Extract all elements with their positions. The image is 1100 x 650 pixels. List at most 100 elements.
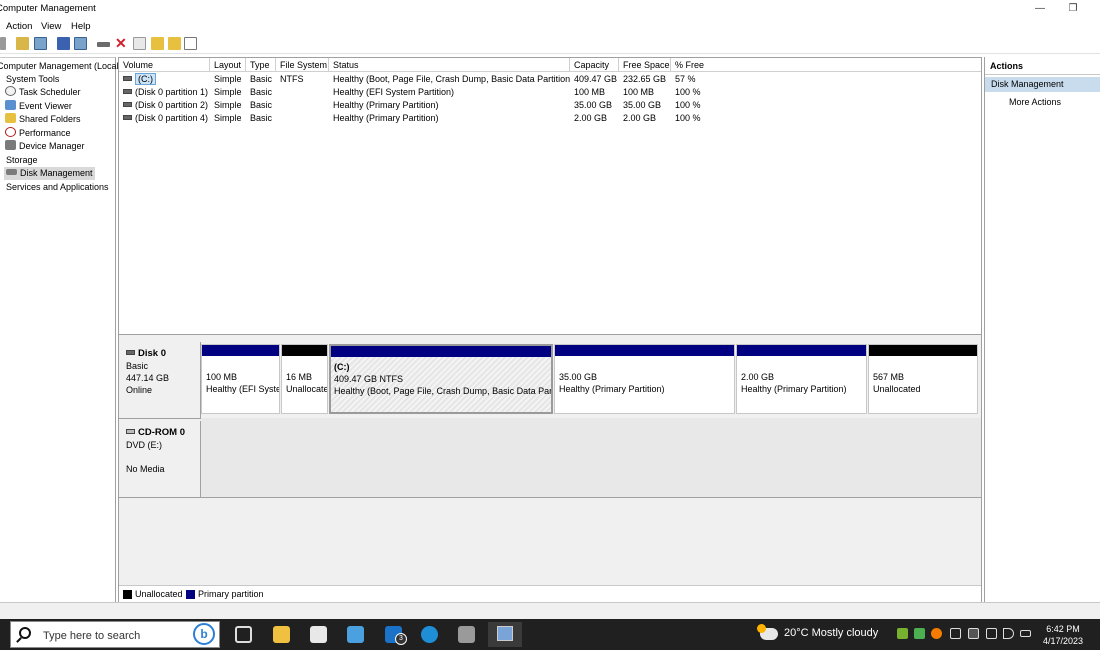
disk-0-info[interactable]: Disk 0 Basic 447.14 GB Online <box>119 342 201 419</box>
cdrom-media: No Media <box>126 464 165 474</box>
cell-free-space: 2.00 GB <box>623 113 657 123</box>
col-type[interactable]: Type <box>246 58 276 72</box>
folder-up-icon[interactable] <box>151 37 164 50</box>
cell-layout: Simple <box>214 74 242 84</box>
show-hide-action-icon[interactable] <box>74 37 87 50</box>
tree-item-disk-management[interactable]: Disk Management <box>4 167 95 180</box>
tree-item-system-tools[interactable]: System Tools <box>6 73 59 86</box>
cdrom-name: CD-ROM 0 <box>138 427 185 438</box>
avast-icon[interactable] <box>931 628 942 639</box>
cdrom-0-info[interactable]: CD-ROM 0 DVD (E:) No Media <box>119 421 201 498</box>
file-explorer-icon[interactable] <box>273 626 290 643</box>
cell-status: Healthy (Boot, Page File, Crash Dump, Ba… <box>333 74 570 84</box>
weather-text[interactable]: 20°C Mostly cloudy <box>784 627 878 639</box>
mail-icon[interactable]: 3 <box>385 626 407 645</box>
window-title: Computer Management <box>0 3 96 14</box>
menu-action[interactable]: Action <box>6 21 32 32</box>
calculator-icon[interactable] <box>458 626 475 643</box>
tree-item-storage[interactable]: Storage <box>6 154 38 167</box>
cell-type: Basic <box>250 87 273 97</box>
nvidia-icon[interactable] <box>897 628 908 639</box>
legend: Unallocated Primary partition <box>119 585 981 602</box>
col-percent-free[interactable]: % Free <box>671 58 981 72</box>
menu-view[interactable]: View <box>41 21 61 32</box>
disk-management-pane: Volume Layout Type File System Status Ca… <box>118 57 982 602</box>
connect-drive-icon[interactable] <box>97 42 110 47</box>
menu-help[interactable]: Help <box>71 21 91 32</box>
actions-section-disk-management[interactable]: Disk Management <box>985 77 1100 92</box>
tree-item-device-manager[interactable]: Device Manager <box>5 140 85 153</box>
col-layout[interactable]: Layout <box>210 58 246 72</box>
col-capacity[interactable]: Capacity <box>570 58 619 72</box>
help-icon[interactable] <box>57 37 70 50</box>
col-volume[interactable]: Volume <box>119 58 210 72</box>
check-icon[interactable] <box>133 37 146 50</box>
tree-item-shared-folders[interactable]: Shared Folders <box>5 113 81 126</box>
col-free-space[interactable]: Free Space <box>619 58 671 72</box>
partition-efi[interactable]: 100 MBHealthy (EFI System Partition) <box>201 344 280 414</box>
clock-time: 6:42 PM <box>1046 624 1080 634</box>
shared-folder-icon <box>5 113 16 123</box>
volume-icon <box>123 102 132 107</box>
search-placeholder: Type here to search <box>43 630 141 642</box>
store-icon[interactable] <box>310 626 327 643</box>
up-folder-icon[interactable] <box>16 37 29 50</box>
cell-layout: Simple <box>214 113 242 123</box>
tree-item-computer-management[interactable]: Computer Management (Local) <box>0 60 122 73</box>
volume-icon[interactable] <box>1003 628 1014 639</box>
task-view-icon[interactable] <box>235 626 252 643</box>
cell-type: Basic <box>250 113 273 123</box>
col-file-system[interactable]: File System <box>276 58 329 72</box>
forward-icon[interactable] <box>0 37 6 50</box>
weather-icon[interactable] <box>757 624 778 640</box>
properties-icon[interactable] <box>184 37 197 50</box>
tray-device-icon[interactable] <box>950 628 961 639</box>
delete-icon[interactable]: ✕ <box>115 35 127 51</box>
tree-item-event-viewer[interactable]: Event Viewer <box>5 100 72 113</box>
folder-search-icon[interactable] <box>168 37 181 50</box>
cell-capacity: 35.00 GB <box>574 100 613 110</box>
navigation-tree: Computer Management (Local) System Tools… <box>0 57 122 602</box>
menu-bar: Action View Help <box>0 18 1100 34</box>
table-row[interactable]: (Disk 0 partition 4) <box>119 112 210 125</box>
actions-pane: Actions Disk Management More Actions <box>984 57 1100 602</box>
table-row[interactable]: (C:) <box>119 73 210 86</box>
computer-management-taskbar-button[interactable] <box>488 622 522 647</box>
minimize-button[interactable]: — <box>1025 1 1055 17</box>
more-actions-link[interactable]: More Actions <box>1009 97 1061 107</box>
event-viewer-icon <box>5 100 16 110</box>
system-clock[interactable]: 6:42 PM 4/17/2023 <box>1040 623 1086 647</box>
partition-2[interactable]: 35.00 GB Healthy (Primary Partition) <box>554 344 735 414</box>
tray-app-icon[interactable] <box>914 628 925 639</box>
tree-item-task-scheduler[interactable]: Task Scheduler <box>5 86 81 99</box>
search-icon <box>19 627 31 639</box>
cell-free-space: 100 MB <box>623 87 655 97</box>
disk-0-type: Basic <box>126 361 149 371</box>
col-status[interactable]: Status <box>329 58 570 72</box>
partition-unallocated-16mb[interactable]: 16 MBUnallocated <box>281 344 328 414</box>
partition-4[interactable]: 2.00 GB Healthy (Primary Partition) <box>736 344 867 414</box>
cell-free-space: 35.00 GB <box>623 100 662 110</box>
legend-unallocated-swatch <box>123 590 132 599</box>
wifi-icon[interactable] <box>986 628 997 639</box>
tray-keyboard-icon[interactable] <box>968 628 979 639</box>
tree-item-services-and-applications[interactable]: Services and Applications <box>6 181 109 194</box>
photos-icon[interactable] <box>347 626 364 643</box>
table-row[interactable]: (Disk 0 partition 1) <box>119 86 210 99</box>
cdrom-empty-area[interactable] <box>201 418 981 498</box>
partition-c-drive[interactable]: (C:) 409.47 GB NTFS Healthy (Boot, Page Fi… <box>329 344 553 414</box>
show-hide-tree-icon[interactable] <box>34 37 47 50</box>
volume-list: Volume Layout Type File System Status Ca… <box>119 58 981 335</box>
taskbar-search[interactable]: Type here to search <box>10 621 220 648</box>
legend-primary-label: Primary partition <box>198 589 264 599</box>
restore-button[interactable]: ❐ <box>1058 1 1088 17</box>
disk-icon <box>6 169 17 175</box>
table-row[interactable]: (Disk 0 partition 2) <box>119 99 210 112</box>
cell-file-system <box>276 86 329 99</box>
battery-icon[interactable] <box>1020 630 1031 637</box>
tree-item-performance[interactable]: Performance <box>5 127 71 140</box>
partition-unallocated-567mb[interactable]: 567 MB Unallocated <box>868 344 978 414</box>
edge-icon[interactable] <box>421 626 438 643</box>
cell-capacity: 100 MB <box>574 87 606 97</box>
bing-icon[interactable]: b <box>193 623 215 645</box>
